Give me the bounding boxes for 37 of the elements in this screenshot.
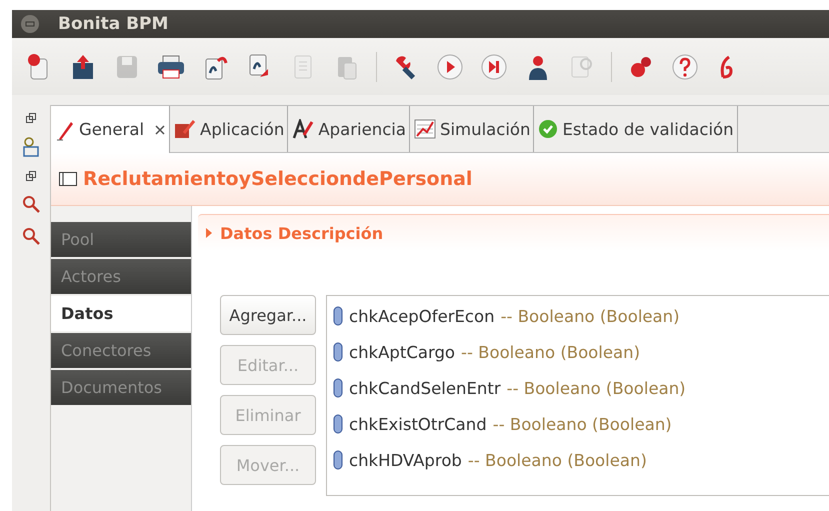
shape-icon[interactable] [23, 137, 39, 157]
section-title: Datos Descripción [220, 224, 384, 242]
play-icon[interactable] [435, 52, 465, 82]
cylinder-icon [333, 414, 343, 434]
process-title: ReclutamientoySelecciondePersonal [83, 168, 472, 190]
cylinder-icon [333, 306, 343, 326]
caret-icon [206, 228, 212, 238]
form-icon [174, 119, 196, 139]
search-icon[interactable] [22, 227, 40, 245]
window-title: Bonita BPM [58, 14, 168, 34]
variable-name[interactable]: chkAptCargo [349, 342, 456, 362]
side-tab[interactable]: Datos [51, 296, 191, 331]
variable-type: -- Booleano (Boolean) [461, 342, 640, 362]
variable-name[interactable]: chkAcepOferEcon [349, 306, 495, 326]
check-circle-icon [538, 119, 558, 139]
variable-type: -- Booleano (Boolean) [468, 450, 647, 470]
font-icon [292, 119, 314, 139]
variable-name[interactable]: chkCandSelenEntr [349, 378, 501, 398]
variable-type: -- Booleano (Boolean) [500, 306, 680, 326]
chart-icon [414, 119, 436, 139]
close-icon[interactable] [154, 124, 166, 136]
search-icon[interactable] [22, 195, 40, 213]
step-forward-icon[interactable] [479, 52, 509, 82]
variable-name[interactable]: chkHDVAprob [349, 450, 462, 470]
cylinder-icon [333, 450, 343, 470]
editor-tab[interactable]: General [51, 106, 170, 153]
variable-type: -- Booleano (Boolean) [506, 378, 686, 398]
variable-name[interactable]: chkExistOtrCand [349, 414, 487, 434]
cylinder-icon [333, 342, 343, 362]
variable-type: -- Booleano (Boolean) [492, 414, 672, 434]
window-menu-icon[interactable] [20, 14, 40, 34]
help-icon[interactable] [670, 52, 700, 82]
cylinder-icon [333, 378, 343, 398]
action-button[interactable]: Agregar... [220, 295, 316, 335]
restore-icon[interactable] [26, 171, 36, 181]
pool-icon [59, 172, 77, 186]
restore-icon[interactable] [26, 113, 36, 123]
